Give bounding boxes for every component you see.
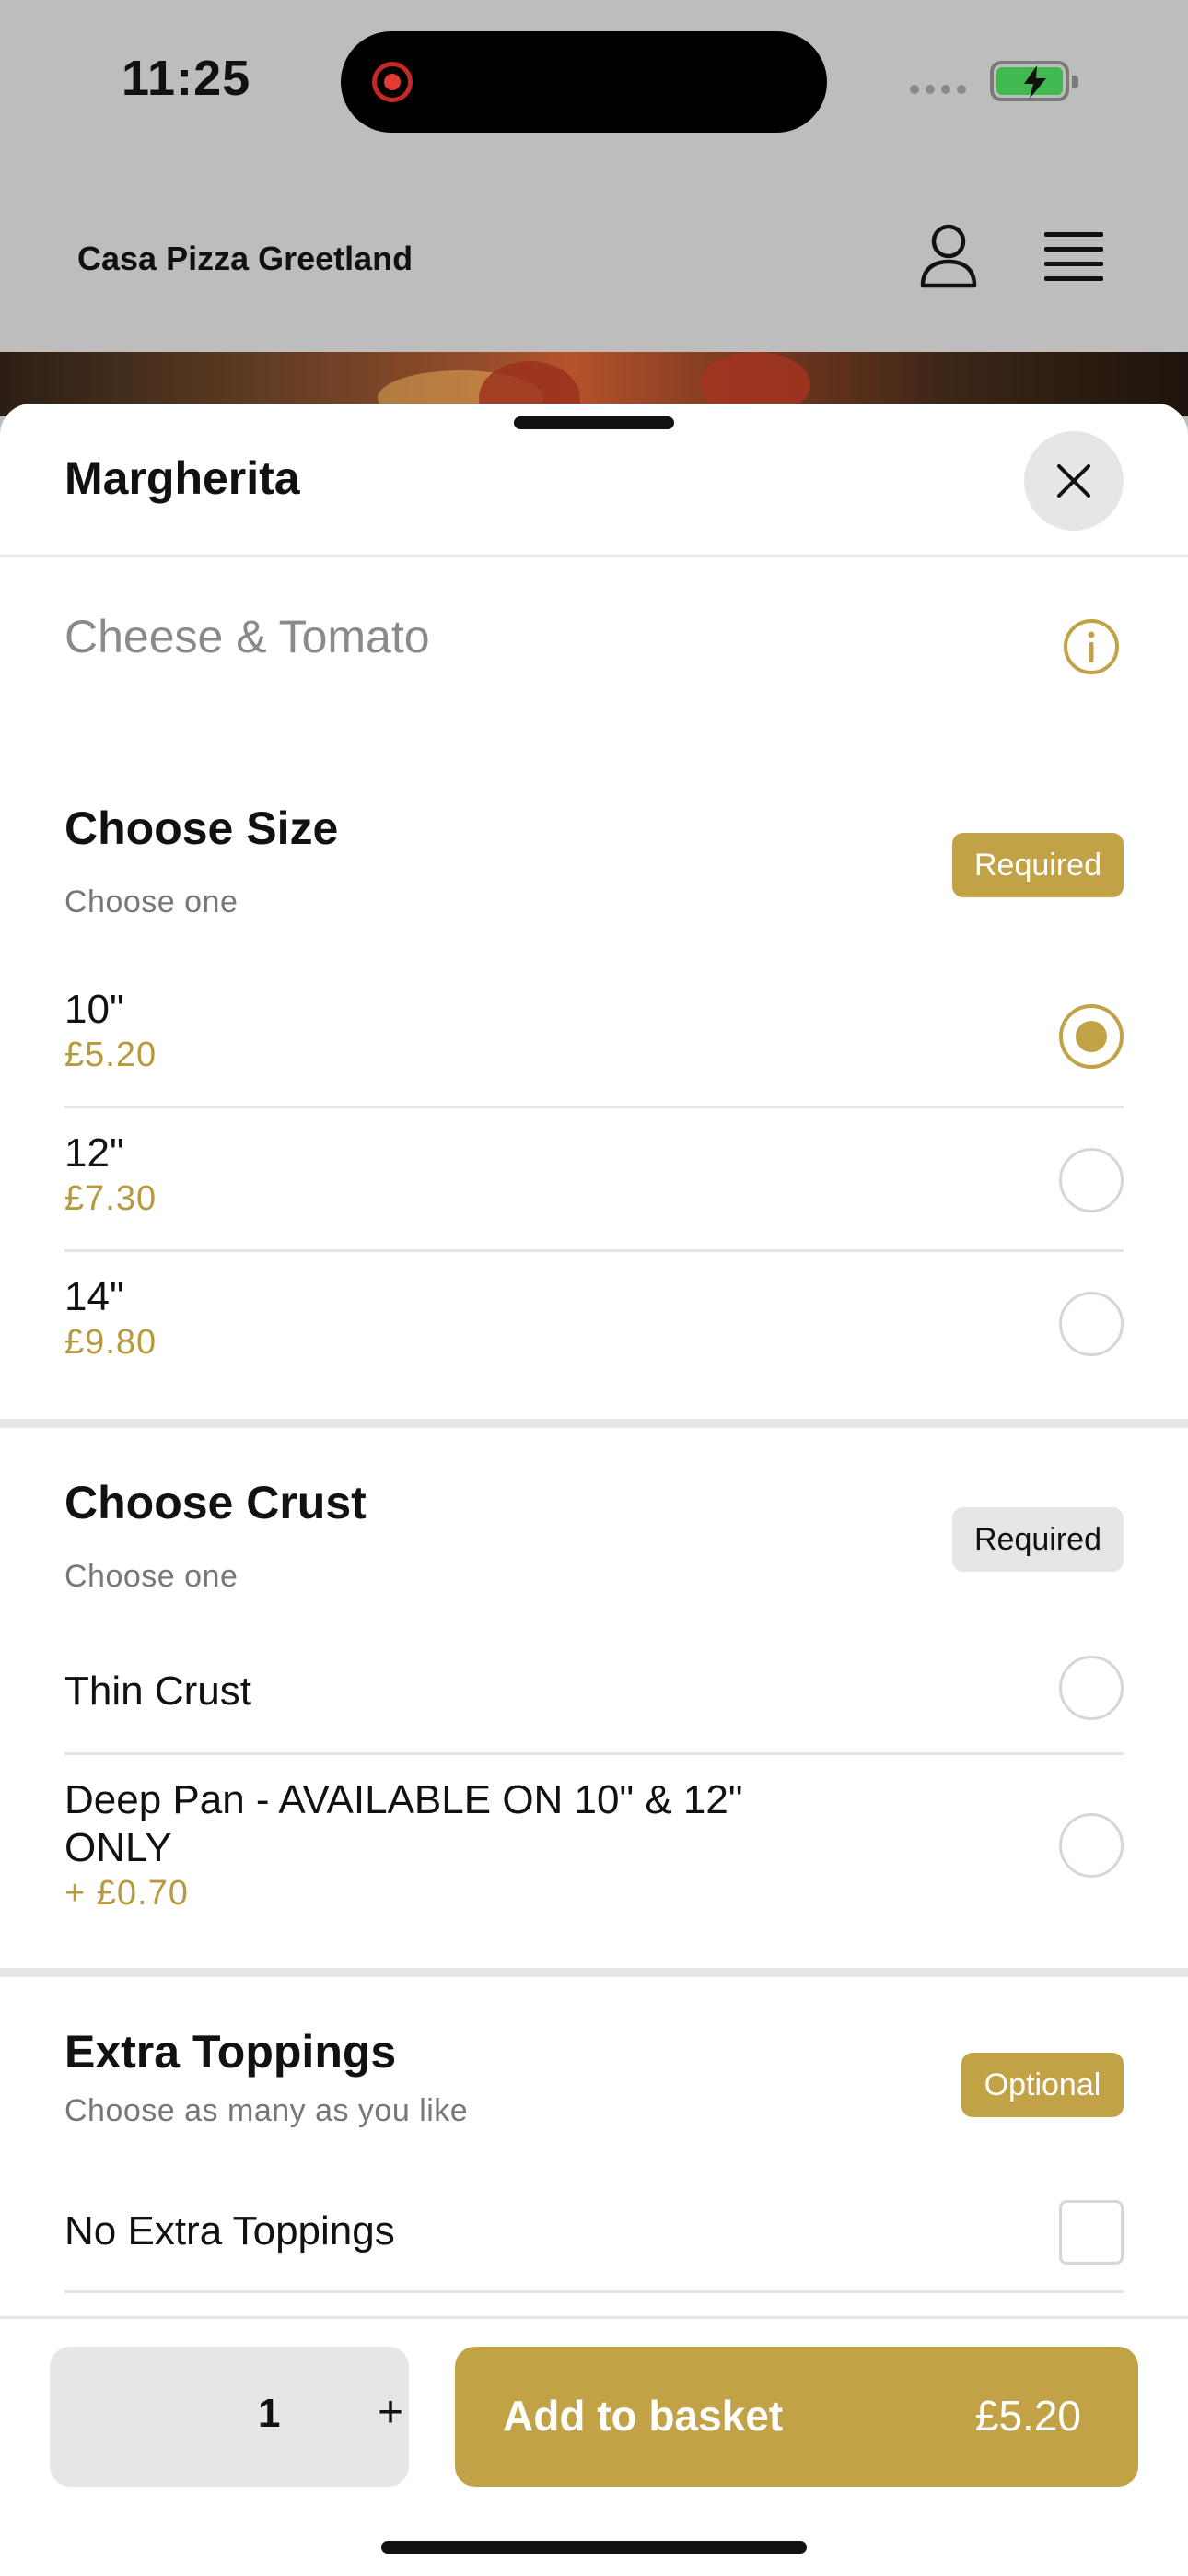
close-icon — [1057, 464, 1090, 498]
section-divider — [0, 1968, 1188, 1977]
divider — [64, 2290, 1124, 2293]
battery-icon — [990, 61, 1078, 101]
size-option-12[interactable]: 12" £7.30 — [64, 1130, 1124, 1233]
required-badge: Required — [952, 1507, 1124, 1572]
divider — [64, 1752, 1124, 1755]
option-price: £5.20 — [64, 1036, 157, 1074]
hamburger-menu-icon[interactable] — [1044, 232, 1103, 284]
size-option-14[interactable]: 14" £9.80 — [64, 1273, 1124, 1376]
crust-option-thin[interactable]: Thin Crust — [64, 1656, 1124, 1751]
account-icon[interactable] — [919, 223, 978, 289]
section-subtitle-toppings: Choose as many as you like — [64, 2093, 469, 2128]
close-button[interactable] — [1024, 431, 1124, 531]
divider — [64, 1106, 1124, 1108]
app-header: Casa Pizza Greetland — [0, 166, 1188, 352]
add-to-basket-button[interactable]: Add to basket £5.20 — [455, 2347, 1138, 2487]
section-subtitle-crust: Choose one — [64, 1559, 239, 1594]
quantity-value: 1 — [258, 2391, 281, 2436]
status-time: 11:25 — [122, 51, 251, 106]
status-bar: 11:25 — [0, 0, 1188, 166]
section-title-crust: Choose Crust — [64, 1477, 367, 1528]
bottom-action-bar: 1 + Add to basket £5.20 — [0, 2316, 1188, 2576]
option-label: Deep Pan - AVAILABLE ON 10" & 12" ONLY — [64, 1777, 743, 1870]
option-label: Thin Crust — [64, 1669, 251, 1714]
signal-icon — [910, 85, 966, 94]
recording-icon — [372, 62, 413, 102]
sheet-grabber[interactable] — [514, 416, 674, 429]
option-label: 12" — [64, 1130, 124, 1176]
item-sheet: Margherita Cheese & Tomato Choose Size C… — [0, 404, 1188, 2576]
option-price: £9.80 — [64, 1323, 157, 1362]
charging-bolt-icon — [1024, 65, 1046, 99]
optional-badge: Optional — [961, 2053, 1124, 2117]
section-title-toppings: Extra Toppings — [64, 2026, 397, 2078]
radio-selected[interactable] — [1059, 1004, 1124, 1069]
section-divider — [0, 1419, 1188, 1428]
option-label: 10" — [64, 987, 124, 1032]
section-title-size: Choose Size — [64, 802, 339, 854]
quantity-stepper[interactable]: 1 + — [50, 2347, 409, 2487]
required-badge: Required — [952, 833, 1124, 897]
dynamic-island — [341, 31, 827, 133]
topping-option-none[interactable]: No Extra Toppings — [64, 2200, 1124, 2281]
option-price: + £0.70 — [64, 1874, 189, 1913]
section-subtitle-size: Choose one — [64, 884, 239, 919]
option-label: 14" — [64, 1274, 124, 1319]
radio[interactable] — [1059, 1292, 1124, 1356]
radio[interactable] — [1059, 1656, 1124, 1720]
size-option-10[interactable]: 10" £5.20 — [64, 986, 1124, 1089]
radio[interactable] — [1059, 1813, 1124, 1878]
item-title: Margherita — [64, 452, 300, 504]
checkbox[interactable] — [1059, 2200, 1124, 2265]
home-indicator — [381, 2541, 807, 2554]
add-to-basket-price: £5.20 — [974, 2392, 1081, 2440]
divider — [0, 555, 1188, 557]
divider — [64, 1249, 1124, 1252]
restaurant-name[interactable]: Casa Pizza Greetland — [77, 240, 413, 278]
crust-option-deep-pan[interactable]: Deep Pan - AVAILABLE ON 10" & 12" ONLY +… — [64, 1776, 1124, 1924]
info-icon[interactable] — [1062, 617, 1121, 676]
option-label: No Extra Toppings — [64, 2208, 395, 2254]
item-description: Cheese & Tomato — [64, 611, 430, 662]
increment-button[interactable]: + — [378, 2387, 403, 2438]
add-to-basket-label: Add to basket — [503, 2392, 784, 2440]
option-price: £7.30 — [64, 1179, 157, 1218]
radio[interactable] — [1059, 1148, 1124, 1212]
